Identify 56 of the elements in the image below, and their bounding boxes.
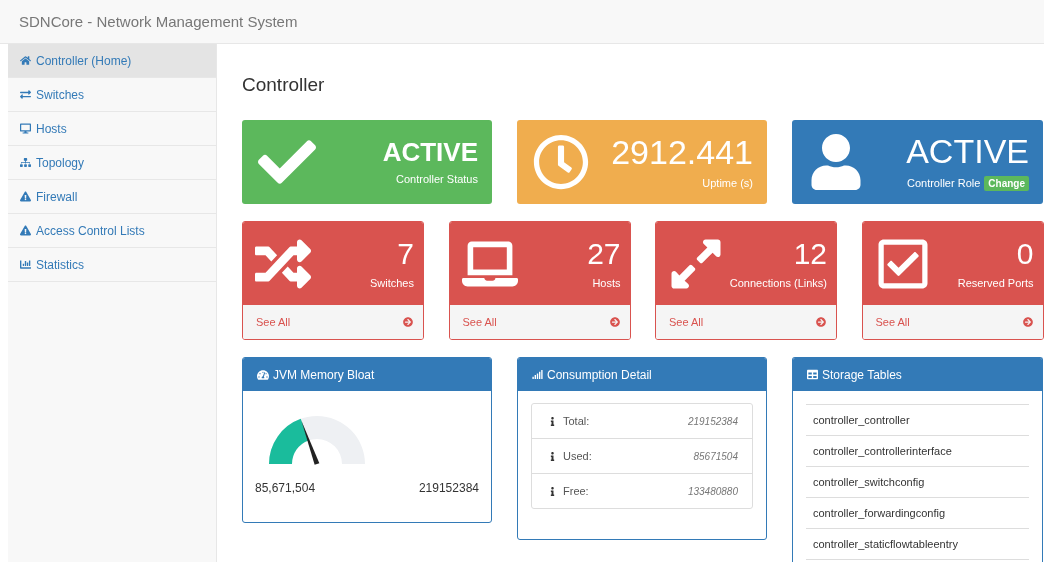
storage-table-item[interactable]: controller_forwardingconfig <box>806 498 1029 529</box>
count-label: Reserved Ports <box>957 276 1034 289</box>
storage-table-item[interactable]: controller_controllerinterface <box>806 436 1029 467</box>
tile-value: ACTIVE <box>906 133 1029 168</box>
see-all-link[interactable]: See All <box>862 305 1043 339</box>
arrow-right-icon <box>1022 317 1033 327</box>
count-label: Switches <box>369 276 414 289</box>
count-label: Connections (Links) <box>729 276 827 289</box>
detail-value: 133480880 <box>687 485 738 497</box>
count-value: 12 <box>793 238 827 269</box>
see-all-link[interactable]: See All <box>243 305 423 339</box>
sidebar-item[interactable]: Controller (Home) <box>8 44 216 78</box>
info-icon <box>548 416 557 426</box>
clock-icon <box>533 134 589 190</box>
storage-table-item[interactable]: controller_controller <box>806 405 1029 436</box>
app-title: SDNCore - Network Management System <box>19 13 298 30</box>
used-value: 85,671,504 <box>255 481 316 495</box>
arrow-right-icon <box>609 317 620 327</box>
warning-icon <box>20 191 31 202</box>
see-all-link[interactable]: See All <box>656 305 836 339</box>
info-icon <box>548 451 557 461</box>
page-title: Controller <box>242 74 326 96</box>
monitor-icon <box>20 123 31 134</box>
storage-table-item[interactable]: controller_switchconfig <box>806 467 1029 498</box>
home-icon <box>20 55 31 66</box>
tile-label: Uptime (s) <box>702 177 753 189</box>
count-label: Hosts <box>592 276 621 289</box>
total-value: 219152384 <box>418 481 479 495</box>
count-value: 0 <box>1016 238 1034 269</box>
panel-title: JVM Memory Bloat <box>273 367 375 382</box>
panel-title: Consumption Detail <box>547 367 652 382</box>
tile-label: Controller Status <box>396 173 478 185</box>
panel-title: Storage Tables <box>822 367 902 382</box>
detail-value: 85671504 <box>693 450 738 462</box>
tile-label: Controller Role <box>906 177 981 189</box>
detail-value: 219152384 <box>687 415 738 427</box>
detail-label: Used: <box>563 450 592 462</box>
sitemap-icon <box>20 157 31 168</box>
change-button[interactable]: Change <box>984 175 1029 191</box>
arrows-icon <box>20 89 31 100</box>
tile-value: ACTIVE <box>382 139 478 165</box>
gauge-icon <box>257 368 269 381</box>
detail-label: Free: <box>563 485 589 497</box>
tile-value: 2912.441 <box>611 135 753 169</box>
table-icon <box>807 369 818 380</box>
info-icon <box>548 486 557 496</box>
count-value: 7 <box>397 238 414 269</box>
storage-table-item[interactable]: controller_staticflowtableentry <box>806 529 1029 560</box>
arrow-right-icon <box>403 317 413 327</box>
signal-bars-icon <box>532 369 543 380</box>
bar-chart-icon <box>20 259 31 270</box>
arrow-right-icon <box>816 317 826 327</box>
detail-label: Total: <box>563 415 590 427</box>
count-value: 27 <box>587 238 621 269</box>
warning-icon <box>20 225 31 236</box>
see-all-link[interactable]: See All <box>449 305 630 339</box>
